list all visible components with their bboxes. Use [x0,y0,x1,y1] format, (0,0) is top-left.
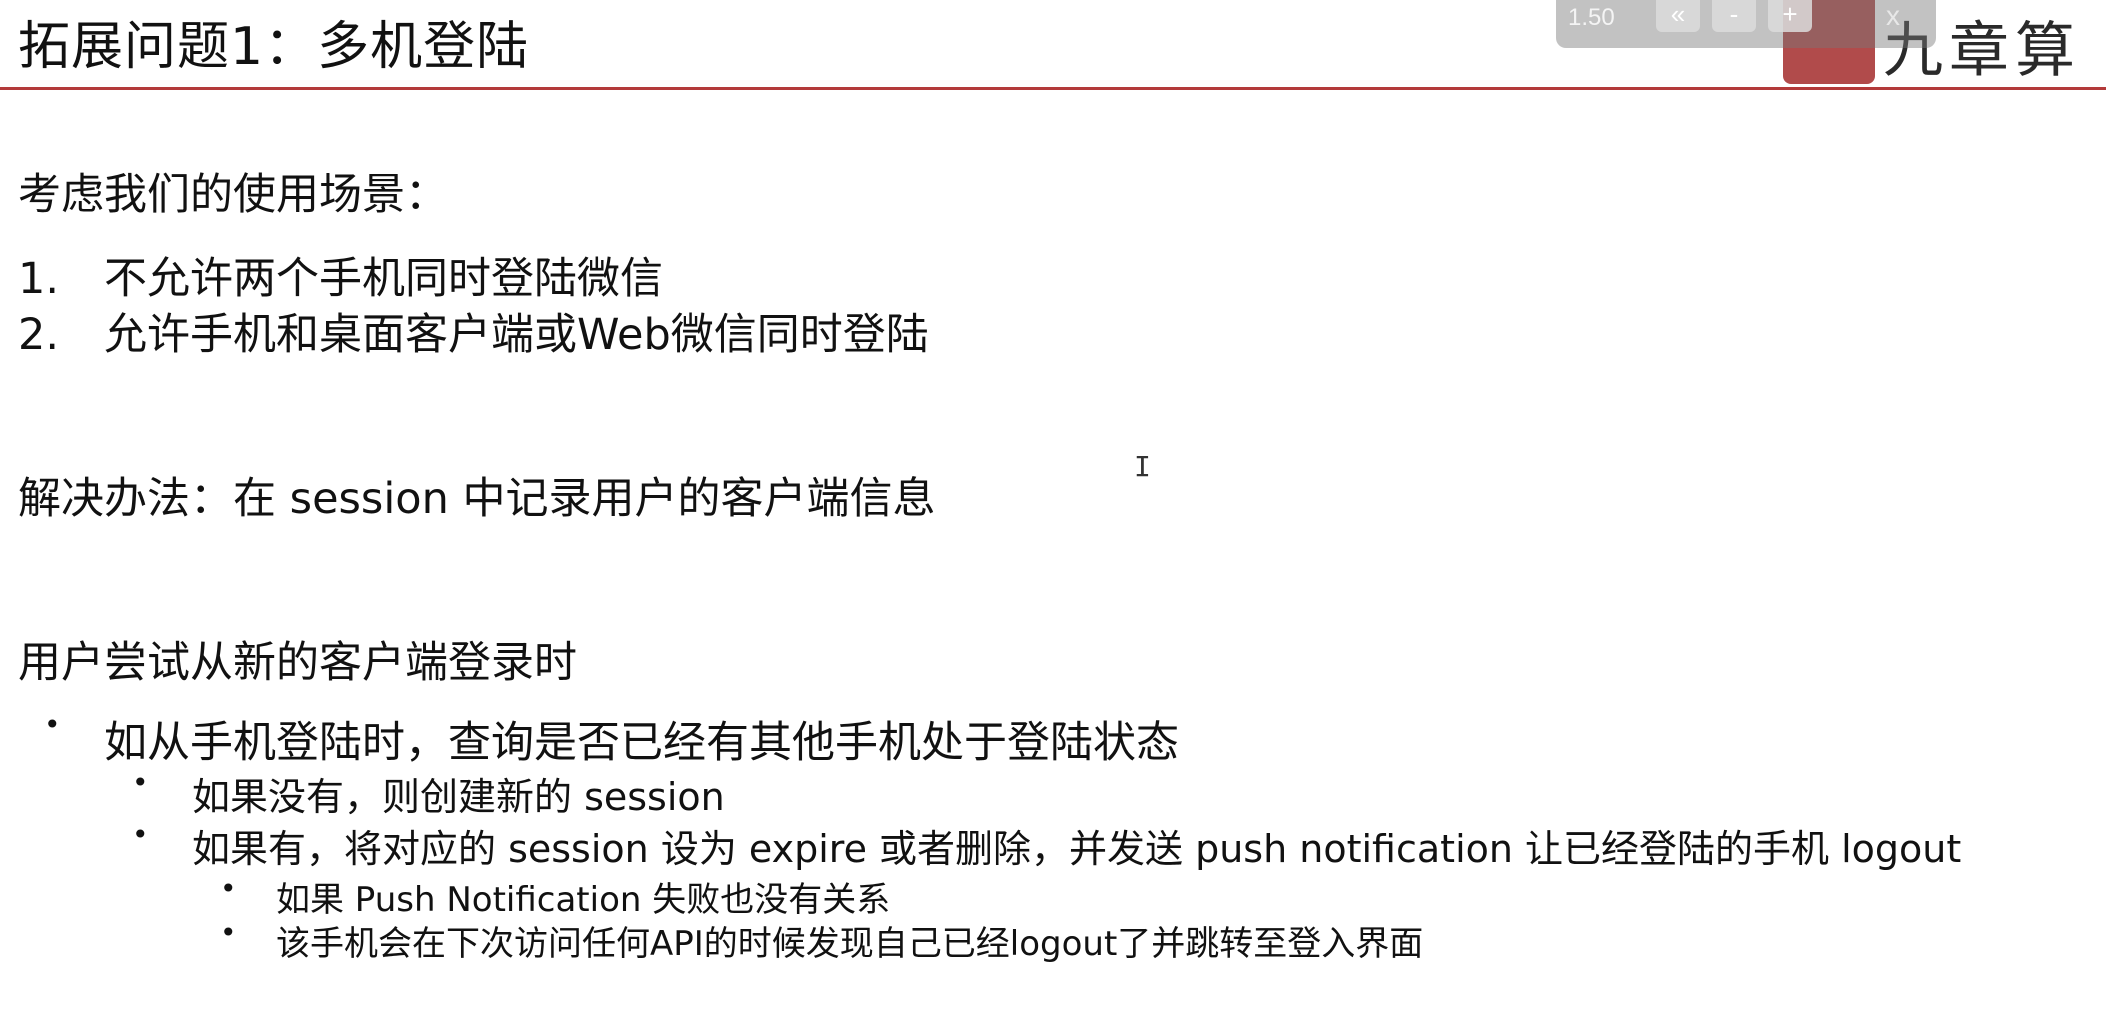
zoom-in-button[interactable]: + [1768,0,1812,32]
bullet-text: 该手机会在下次访问任何API的时候发现自己已经logout了并跳转至登入界面 [276,924,1424,964]
title-divider [0,87,2106,90]
close-button[interactable]: x [1886,0,1900,32]
bullet-dot-icon: • [220,872,237,905]
scenario-item: 2. 允许手机和桌面客户端或Web微信同时登陆 [18,300,929,362]
solution-text: 解决办法：在 session 中记录用户的客户端信息 [18,474,936,524]
scenario-text: 不允许两个手机同时登陆微信 [104,254,663,304]
zoom-out-button[interactable]: - [1712,0,1756,32]
login-heading: 用户尝试从新的客户端登录时 [18,638,577,688]
text-cursor-icon: I [1134,450,1151,483]
scenario-text: 允许手机和桌面客户端或Web微信同时登陆 [104,310,929,360]
scenario-number: 1. [18,254,60,304]
bullet-text: 如果没有，则创建新的 session [192,775,725,819]
scenario-heading: 考虑我们的使用场景： [18,170,448,220]
zoom-toolbar: 1.50 « - + x [1556,0,1936,48]
bullet-dot-icon: • [132,818,149,851]
back-button[interactable]: « [1656,0,1700,32]
bullet-text: 如从手机登陆时，查询是否已经有其他手机处于登陆状态 [104,718,1179,768]
bullet-dot-icon: • [132,766,149,799]
bullet-text: 如果 Push Notification 失败也没有关系 [276,880,891,920]
bullet-dot-icon: • [44,708,61,741]
scenario-item: 1. 不允许两个手机同时登陆微信 [18,244,663,306]
bullet-dot-icon: • [220,916,237,949]
zoom-level: 1.50 [1568,4,1615,31]
scenario-number: 2. [18,310,60,360]
bullet-text: 如果有，将对应的 session 设为 expire 或者删除，并发送 push… [192,827,1962,871]
slide-title: 拓展问题1：多机登陆 [18,17,530,77]
